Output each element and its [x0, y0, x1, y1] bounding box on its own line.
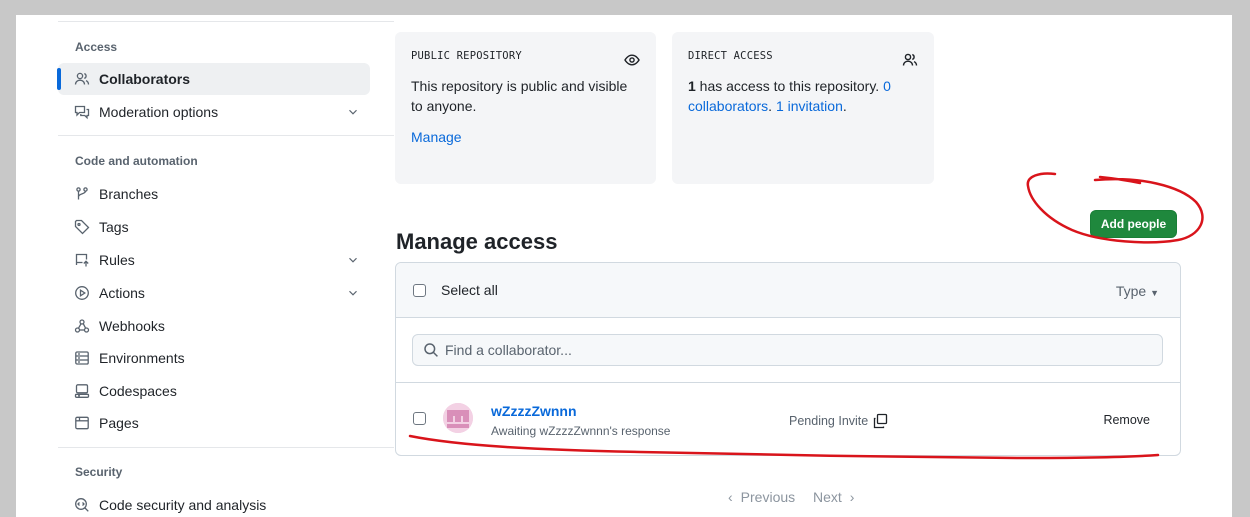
pagination-next[interactable]: Next › — [813, 489, 854, 505]
settings-sidebar: Access Collaborators Moderation options … — [57, 15, 394, 517]
chevron-right-icon: › — [849, 489, 855, 505]
table-row: wZzzzZwnnn Awaiting wZzzzZwnnn's respons… — [396, 384, 1180, 455]
identicon-icon — [443, 403, 473, 433]
sidebar-item-rules[interactable]: Rules — [58, 244, 370, 276]
select-all-checkbox[interactable] — [413, 284, 426, 297]
sidebar-item-label: Webhooks — [99, 318, 165, 334]
sidebar-item-label: Rules — [99, 252, 135, 268]
previous-label: Previous — [740, 489, 796, 505]
visibility-description: This repository is public and visible to… — [411, 78, 628, 114]
sidebar-item-tags[interactable]: Tags — [58, 211, 370, 243]
sidebar-item-label: Environments — [99, 350, 185, 366]
section-title-access: Access — [75, 40, 118, 54]
sidebar-item-branches[interactable]: Branches — [58, 178, 370, 210]
play-icon — [74, 285, 90, 301]
sidebar-item-label: Tags — [99, 219, 129, 235]
people-icon — [902, 53, 918, 66]
row-checkbox[interactable] — [413, 412, 426, 425]
summary-separator: . — [768, 98, 776, 114]
type-filter-dropdown[interactable]: Type ▼ — [1116, 283, 1159, 299]
codescan-icon — [74, 497, 90, 513]
sidebar-item-codespaces[interactable]: Codespaces — [58, 375, 370, 407]
manage-visibility-link[interactable]: Manage — [411, 129, 640, 145]
eye-icon — [624, 54, 640, 66]
sidebar-item-environments[interactable]: Environments — [58, 342, 370, 374]
sidebar-item-actions[interactable]: Actions — [58, 277, 370, 309]
add-people-button[interactable]: Add people — [1090, 210, 1177, 238]
chevron-left-icon: ‹ — [728, 489, 733, 505]
next-label: Next — [813, 489, 842, 505]
search-input[interactable] — [445, 342, 1145, 358]
sidebar-item-pages[interactable]: Pages — [58, 407, 370, 439]
chevron-down-icon[interactable] — [346, 286, 360, 300]
codespaces-icon — [74, 383, 90, 399]
chevron-down-icon[interactable] — [346, 253, 360, 267]
sidebar-item-collaborators[interactable]: Collaborators — [57, 63, 370, 95]
invitations-link[interactable]: 1 invitation — [776, 98, 843, 114]
sidebar-divider — [58, 135, 394, 136]
type-filter-label: Type — [1115, 283, 1147, 299]
page-frame: Access Collaborators Moderation options … — [16, 15, 1232, 517]
caret-down-icon: ▼ — [1150, 288, 1159, 298]
sidebar-item-label: Pages — [99, 415, 139, 431]
comment-discussion-icon — [74, 104, 90, 120]
browser-icon — [74, 415, 90, 431]
webhook-icon — [74, 318, 90, 334]
collaborators-table: Select all Type ▼ wZzzzZwnnn — [395, 262, 1181, 456]
avatar[interactable] — [443, 403, 473, 433]
sidebar-top-divider — [58, 21, 394, 22]
pending-invite: Pending Invite — [789, 413, 888, 429]
sidebar-item-webhooks[interactable]: Webhooks — [58, 310, 370, 342]
sidebar-item-label: Codespaces — [99, 383, 177, 399]
sidebar-item-label: Branches — [99, 186, 159, 202]
page-title: Manage access — [396, 229, 558, 254]
section-title-security: Security — [75, 465, 123, 479]
sidebar-divider — [58, 447, 394, 448]
card-label: PUBLIC REPOSITORY — [411, 50, 522, 62]
public-repository-card: PUBLIC REPOSITORY This repository is pub… — [395, 32, 656, 184]
direct-access-card: DIRECT ACCESS 1 has access to this repos… — [672, 32, 934, 184]
direct-access-summary: 1 has access to this repository. 0 colla… — [688, 76, 918, 116]
sidebar-item-label: Moderation options — [99, 104, 219, 120]
table-header: Select all Type ▼ — [396, 263, 1180, 318]
copy-icon[interactable] — [872, 413, 888, 429]
tag-icon — [74, 219, 90, 235]
pagination-previous[interactable]: ‹ Previous — [728, 489, 795, 505]
sidebar-item-label: Actions — [99, 285, 145, 301]
access-count: 1 — [688, 78, 696, 94]
git-branch-icon — [74, 186, 90, 202]
sidebar-item-label: Collaborators — [99, 71, 191, 87]
sidebar-item-code-security-and-analysis[interactable]: Code security and analysis — [58, 489, 370, 517]
collaborator-search-box[interactable] — [412, 334, 1163, 366]
summary-end: . — [842, 98, 847, 114]
access-text: has access to this repository. — [695, 78, 884, 94]
search-icon — [424, 343, 438, 357]
pending-invite-label: Pending Invite — [789, 414, 869, 428]
card-label: DIRECT ACCESS — [688, 50, 773, 62]
select-all-label[interactable]: Select all — [441, 282, 498, 298]
chevron-down-icon[interactable] — [346, 105, 360, 119]
repo-push-icon — [74, 252, 90, 268]
remove-collaborator-button[interactable]: Remove — [1103, 413, 1150, 427]
selected-indicator — [57, 68, 61, 90]
people-icon — [74, 71, 90, 87]
section-title-code-and-automation: Code and automation — [75, 154, 198, 168]
collaborator-username-link[interactable]: wZzzzZwnnn — [491, 403, 577, 419]
collaborator-status-text: Awaiting wZzzzZwnnn's response — [491, 424, 671, 438]
search-row — [396, 319, 1180, 383]
sidebar-item-label: Code security and analysis — [99, 497, 267, 513]
sidebar-item-moderation-options[interactable]: Moderation options — [58, 96, 370, 128]
server-icon — [74, 350, 90, 366]
